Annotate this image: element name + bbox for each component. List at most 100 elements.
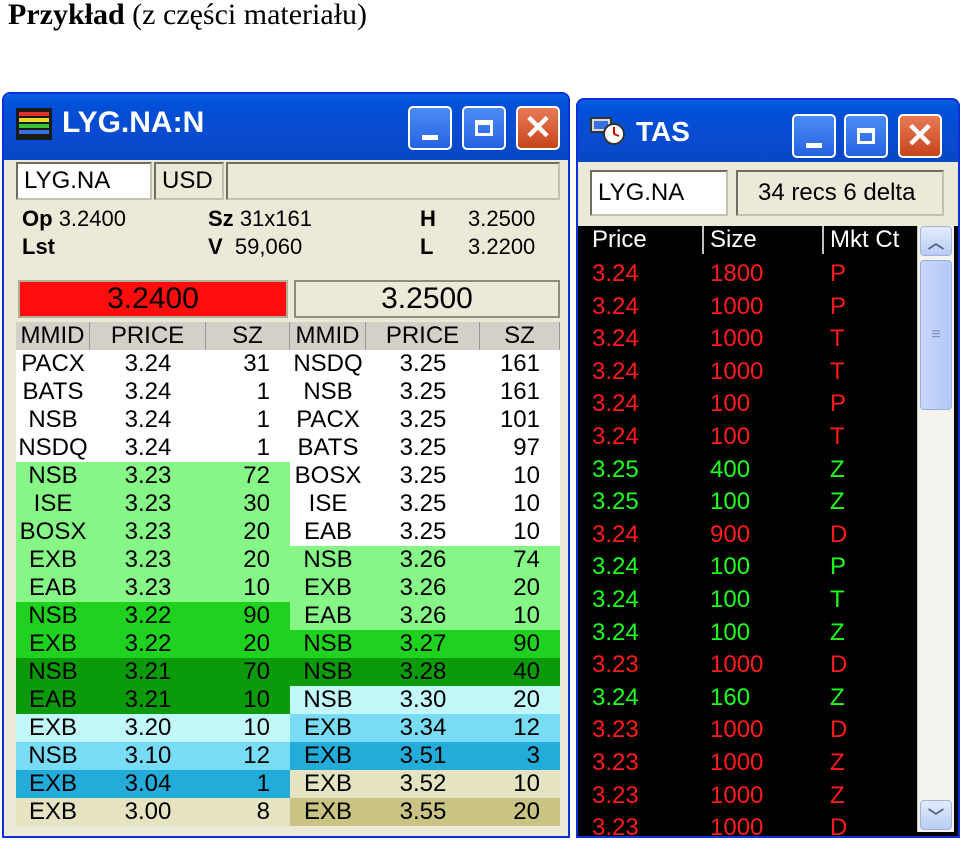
bid-size-cell: 1	[256, 378, 270, 405]
trade-row[interactable]: 3.23 1000 D	[586, 812, 906, 836]
bid-mmid-cell: NSB	[28, 406, 78, 433]
bid-row[interactable]: NSB 3.24 1	[16, 406, 290, 434]
trade-row[interactable]: 3.25 100 Z	[586, 486, 906, 519]
ask-row[interactable]: EAB 3.25 10	[290, 518, 560, 546]
minimize-button[interactable]	[408, 106, 452, 150]
level2-titlebar[interactable]: LYG.NA:N ✕	[4, 94, 568, 160]
tas-close-button[interactable]: ✕	[898, 114, 942, 158]
ask-row[interactable]: NSB 3.28 40	[290, 658, 560, 686]
ask-row[interactable]: EXB 3.34 12	[290, 714, 560, 742]
document-title-bold: Przykład	[8, 0, 125, 31]
tas-symbol-input[interactable]: LYG.NA	[590, 170, 728, 216]
bid-size-header[interactable]: SZ	[206, 322, 290, 350]
trade-row[interactable]: 3.24 100 P	[586, 551, 906, 584]
trade-mkt-cell: P	[830, 553, 847, 581]
ask-row[interactable]: EXB 3.51 3	[290, 742, 560, 770]
bid-row[interactable]: EXB 3.00 8	[16, 798, 290, 826]
bid-row[interactable]: EXB 3.20 10	[16, 714, 290, 742]
tas-titlebar[interactable]: TAS ✕	[578, 100, 958, 166]
bid-price-header[interactable]: PRICE	[90, 322, 206, 350]
bid-row[interactable]: ISE 3.23 30	[16, 490, 290, 518]
bid-row[interactable]: BOSX 3.23 20	[16, 518, 290, 546]
bid-row[interactable]: NSB 3.22 90	[16, 602, 290, 630]
trade-row[interactable]: 3.24 1000 T	[586, 356, 906, 389]
ask-row[interactable]: NSB 3.26 74	[290, 546, 560, 574]
bid-row[interactable]: NSB 3.10 12	[16, 742, 290, 770]
scroll-down-button[interactable]: ﹀	[920, 800, 952, 830]
ask-row[interactable]: NSB 3.27 90	[290, 630, 560, 658]
tas-size-header[interactable]: Size	[704, 226, 824, 254]
tas-price-header[interactable]: Price	[586, 226, 704, 254]
open-stat: Op 3.2400	[22, 206, 126, 231]
ask-row[interactable]: BATS 3.25 97	[290, 434, 560, 462]
trade-row[interactable]: 3.24 100 T	[586, 421, 906, 454]
bid-row[interactable]: EAB 3.23 10	[16, 574, 290, 602]
bid-row[interactable]: NSB 3.21 70	[16, 658, 290, 686]
bid-size-cell: 72	[243, 462, 270, 489]
trade-row[interactable]: 3.24 160 Z	[586, 682, 906, 715]
ask-row[interactable]: ISE 3.25 10	[290, 490, 560, 518]
trade-row[interactable]: 3.24 100 Z	[586, 617, 906, 650]
ask-row[interactable]: BOSX 3.25 10	[290, 462, 560, 490]
ask-row[interactable]: NSDQ 3.25 161	[290, 350, 560, 378]
ask-size-cell: 40	[513, 658, 540, 685]
bid-price-cell: 3.24	[124, 406, 172, 433]
ask-row[interactable]: EAB 3.26 10	[290, 602, 560, 630]
tas-maximize-button[interactable]	[844, 114, 888, 158]
bid-size-cell: 1	[256, 770, 270, 797]
tas-scrollbar[interactable]: ︿ ≡ ﹀	[917, 226, 954, 832]
trade-row[interactable]: 3.23 1000 D	[586, 714, 906, 747]
trade-row[interactable]: 3.23 1000 D	[586, 649, 906, 682]
ask-price-cell: 3.25	[399, 490, 447, 517]
maximize-button[interactable]	[462, 106, 506, 150]
best-bid: 3.2400	[18, 280, 288, 318]
bid-row[interactable]: EXB 3.22 20	[16, 630, 290, 658]
bid-mmid-cell: NSB	[28, 742, 78, 769]
ask-row[interactable]: NSB 3.25 161	[290, 378, 560, 406]
bid-row[interactable]: BATS 3.24 1	[16, 378, 290, 406]
bid-size-cell: 20	[243, 518, 270, 545]
tas-mkt-header[interactable]: Mkt Ct	[824, 226, 906, 254]
trade-row[interactable]: 3.24 1000 T	[586, 323, 906, 356]
bid-row[interactable]: EAB 3.21 10	[16, 686, 290, 714]
ask-row[interactable]: PACX 3.25 101	[290, 406, 560, 434]
bid-mmid-header[interactable]: MMID	[16, 322, 90, 350]
ask-mmid-header[interactable]: MMID	[290, 322, 366, 350]
bid-mmid-cell: EXB	[28, 798, 78, 825]
scroll-thumb[interactable]: ≡	[920, 260, 952, 410]
bid-row[interactable]: NSDQ 3.24 1	[16, 434, 290, 462]
close-button[interactable]: ✕	[516, 106, 560, 150]
scroll-up-button[interactable]: ︿	[920, 226, 952, 256]
ask-size-header[interactable]: SZ	[480, 322, 560, 350]
ask-row[interactable]: EXB 3.26 20	[290, 574, 560, 602]
currency-field[interactable]: USD	[154, 162, 224, 200]
ask-row[interactable]: NSB 3.30 20	[290, 686, 560, 714]
bid-row[interactable]: NSB 3.23 72	[16, 462, 290, 490]
symbol-input[interactable]: LYG.NA	[16, 162, 152, 200]
trade-row[interactable]: 3.24 1000 P	[586, 291, 906, 324]
trade-mkt-cell: D	[830, 651, 848, 679]
bid-row[interactable]: PACX 3.24 31	[16, 350, 290, 378]
bid-row[interactable]: EXB 3.23 20	[16, 546, 290, 574]
ask-price-header[interactable]: PRICE	[366, 322, 480, 350]
ask-row[interactable]: EXB 3.52 10	[290, 770, 560, 798]
ask-row[interactable]: EXB 3.55 20	[290, 798, 560, 826]
chevron-down-icon: ﹀	[927, 809, 944, 826]
trade-size-cell: 100	[710, 585, 751, 613]
bid-size-cell: 90	[243, 602, 270, 629]
trade-row[interactable]: 3.23 1000 Z	[586, 780, 906, 813]
bid-price-cell: 3.23	[124, 546, 172, 573]
bid-row[interactable]: EXB 3.04 1	[16, 770, 290, 798]
trade-row[interactable]: 3.25 400 Z	[586, 454, 906, 487]
trade-mkt-cell: P	[830, 390, 847, 418]
bid-size-cell: 20	[243, 546, 270, 573]
bid-price-cell: 3.24	[124, 434, 172, 461]
tas-minimize-button[interactable]	[792, 114, 836, 158]
trade-row[interactable]: 3.24 100 P	[586, 388, 906, 421]
trade-row[interactable]: 3.24 100 T	[586, 584, 906, 617]
ask-mmid-cell: NSB	[303, 378, 353, 405]
trade-row[interactable]: 3.23 1000 Z	[586, 747, 906, 780]
trade-mkt-cell: P	[830, 260, 847, 287]
trade-row[interactable]: 3.24 900 D	[586, 519, 906, 552]
trade-row[interactable]: 3.24 1800 P	[586, 258, 906, 291]
